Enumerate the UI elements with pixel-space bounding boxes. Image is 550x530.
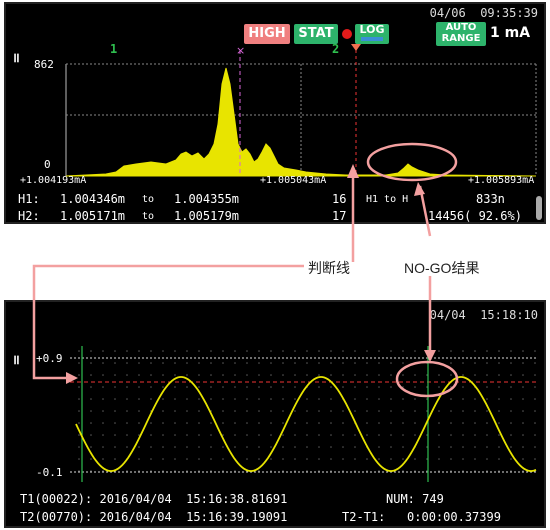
h1-label: H1: xyxy=(18,192,40,206)
h2-total: 14456( 92.6%) xyxy=(428,209,522,223)
nogo-result-label: NO-GO结果 xyxy=(404,260,480,276)
h1-from: 1.004346m xyxy=(60,192,126,206)
x-axis-mid: +1.005043mA xyxy=(260,175,327,186)
histogram-screen: 04/06 09:35:39 HIGH STAT LOG AUTO RANGE … xyxy=(4,2,546,224)
h2-count: 17 xyxy=(332,209,347,223)
waveform-screen: 04/04 15:18:10 ॥ +0.9 -0.1 T1(00022): 20… xyxy=(4,300,546,528)
h2-to: 1.005179m xyxy=(174,209,240,223)
x-axis-right: +1.005893mA xyxy=(468,175,535,186)
judge-line-label: 判断线 xyxy=(308,260,350,276)
diff-line: T2-T1: 0:00:00.37399 xyxy=(342,510,501,524)
judge-marker-icon[interactable] xyxy=(351,44,361,51)
t2-line: T2(00770): 2016/04/04 15:16:39.19091 xyxy=(20,510,288,524)
cursor1-marker-icon: × xyxy=(236,44,245,57)
scrollbar[interactable] xyxy=(536,196,542,220)
t1-line: T1(00022): 2016/04/04 15:16:38.81691 xyxy=(20,492,288,506)
h2-from: 1.005171m xyxy=(60,209,126,223)
h2-to-word: to xyxy=(142,211,155,222)
h1-count: 16 xyxy=(332,192,347,206)
num-line: NUM: 749 xyxy=(386,492,444,506)
h2-label: H2: xyxy=(18,209,40,223)
h1-to-h2-value: 833n xyxy=(476,192,505,206)
h1-to: 1.004355m xyxy=(174,192,240,206)
h1-to-h2-label: H1 to H xyxy=(366,194,409,205)
x-axis-left: +1.004193mA xyxy=(20,175,87,186)
h1-to-word: to xyxy=(142,194,155,205)
